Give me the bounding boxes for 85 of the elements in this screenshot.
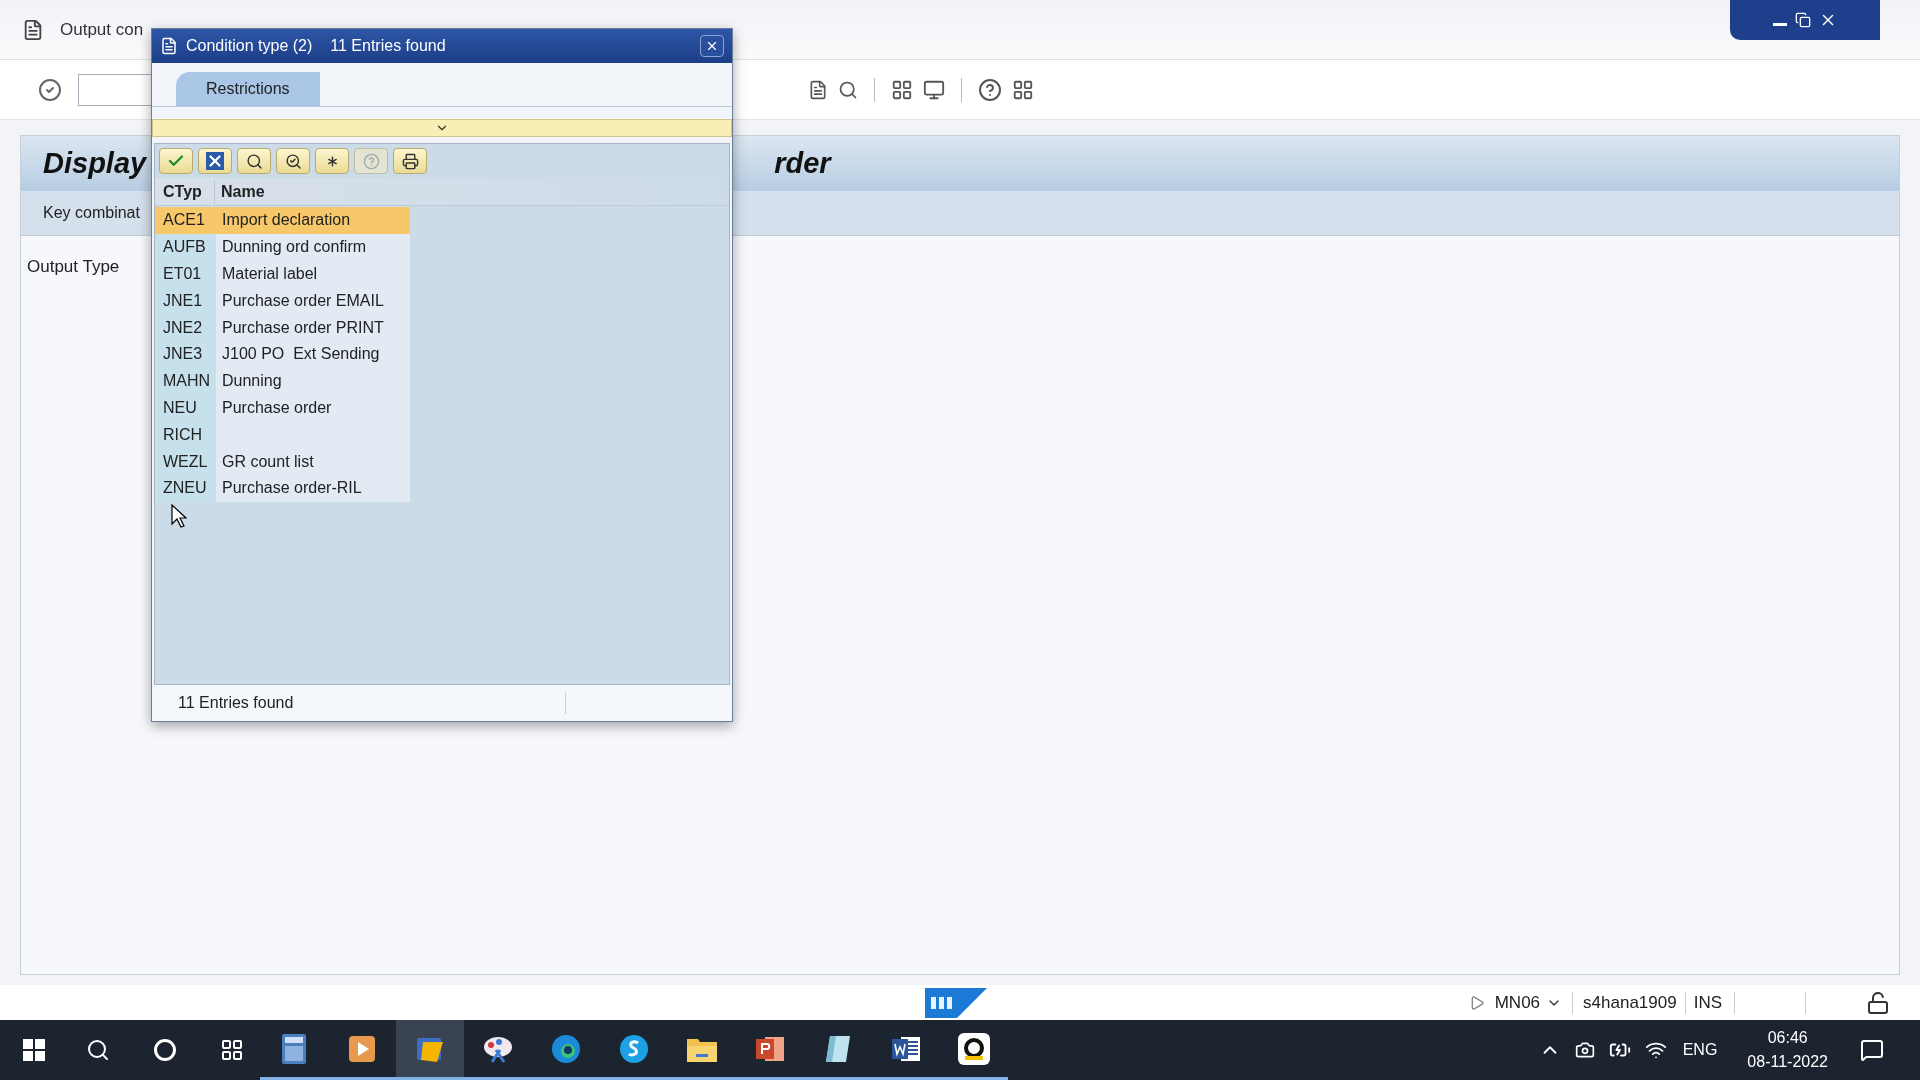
close-button[interactable] xyxy=(700,35,724,57)
table-cell: NEU xyxy=(155,394,216,422)
list-row[interactable]: JNE2 Purchase order PRINT xyxy=(155,314,410,341)
table-cell: GR count list xyxy=(216,448,410,475)
calculator-icon[interactable] xyxy=(280,1033,308,1064)
help-icon xyxy=(362,152,380,170)
table-cell: WEZL xyxy=(155,448,216,475)
restore-icon[interactable] xyxy=(1795,12,1811,28)
table-cell-text: ACE1 xyxy=(162,210,206,231)
list-row[interactable]: JNE3 J100 PO Ext Sending xyxy=(155,341,410,368)
table-cell: J100 PO Ext Sending xyxy=(216,341,410,368)
table-cell: Purchase order-RIL xyxy=(216,474,410,502)
close-icon xyxy=(206,152,224,170)
help-icon[interactable] xyxy=(978,77,1002,102)
app-tile-icon[interactable] xyxy=(957,1031,991,1066)
notifications-icon[interactable] xyxy=(1860,1038,1884,1062)
table-cell: ET01 xyxy=(155,260,216,288)
table-cell: RICH xyxy=(155,421,216,449)
confirm-button[interactable] xyxy=(159,148,193,174)
close-icon xyxy=(705,39,719,53)
field-label: Output Type xyxy=(27,257,120,276)
clock-time[interactable]: 06:46 xyxy=(1767,1026,1808,1050)
minimize-icon[interactable] xyxy=(1773,22,1787,26)
table-cell: Dunning xyxy=(216,367,410,395)
list-row[interactable]: NEU Purchase order xyxy=(155,394,410,422)
table-cell: JNE2 xyxy=(155,314,216,341)
list-row[interactable]: ZNEU Purchase order-RIL xyxy=(155,474,410,502)
mouse-cursor-icon xyxy=(171,503,187,528)
list-row[interactable]: MAHN Dunning xyxy=(155,367,410,395)
table-cell: JNE3 xyxy=(155,341,216,368)
page-title: Display xyxy=(43,145,147,181)
monitor-icon[interactable] xyxy=(923,78,945,101)
window-title: Output con xyxy=(60,18,144,41)
list-row[interactable]: ACE1 Import declaration xyxy=(155,207,410,234)
table-cell: AUFB xyxy=(155,233,216,261)
lock-icon[interactable] xyxy=(1866,990,1890,1015)
notepad-icon[interactable] xyxy=(824,1033,852,1064)
table-cell: Purchase order xyxy=(216,394,410,422)
search-icon xyxy=(245,152,263,170)
cancel-button[interactable] xyxy=(198,148,232,174)
table-cell: ZNEU xyxy=(155,474,216,502)
dialog-subtitle: 11 Entries found xyxy=(330,36,446,56)
tab[interactable]: Restrictions xyxy=(176,72,320,106)
search-icon xyxy=(284,152,302,170)
table-cell: Material label xyxy=(216,260,410,288)
dialog-icon xyxy=(160,37,178,55)
list-row[interactable]: AUFB Dunning ord confirm xyxy=(155,233,410,261)
dialog-title: Condition type (2) xyxy=(186,36,313,56)
clock-date[interactable]: 08-11-2022 xyxy=(1747,1050,1828,1074)
table-cell: JNE1 xyxy=(155,287,216,315)
system-name: s4hana1909 xyxy=(1583,991,1677,1014)
input-mode: INS xyxy=(1693,991,1722,1014)
layout-icon[interactable] xyxy=(891,78,913,101)
print-button[interactable] xyxy=(393,148,427,174)
media-player-icon[interactable] xyxy=(348,1034,376,1063)
chat-app-icon[interactable] xyxy=(619,1033,649,1064)
screen-icon xyxy=(22,18,44,41)
column-header[interactable]: Name xyxy=(215,179,265,204)
status-text: 11 Entries found xyxy=(178,693,294,713)
printer-icon xyxy=(401,152,419,170)
find-icon[interactable] xyxy=(838,79,858,100)
table-cell: Purchase order PRINT xyxy=(216,314,410,341)
list-row[interactable]: RICH xyxy=(155,421,410,449)
document-icon[interactable] xyxy=(808,79,828,100)
table-cell-text: Import declaration xyxy=(221,210,352,231)
select-button[interactable] xyxy=(315,148,349,174)
find-next-button[interactable] xyxy=(276,148,310,174)
find-button[interactable] xyxy=(237,148,271,174)
page-title: rder xyxy=(774,145,831,181)
list-row[interactable]: ET01 Material label xyxy=(155,260,410,288)
table-cell: Dunning ord confirm xyxy=(216,233,410,261)
browser-icon[interactable] xyxy=(551,1033,581,1064)
table-cell: Purchase order EMAIL xyxy=(216,287,410,315)
camera-icon[interactable] xyxy=(1574,1040,1595,1060)
list-row[interactable]: JNE1 Purchase order EMAIL xyxy=(155,287,410,315)
windows-start-icon[interactable] xyxy=(23,1039,45,1061)
search-icon[interactable] xyxy=(86,1038,110,1062)
task-view-icon[interactable] xyxy=(220,1038,244,1062)
enter-icon[interactable] xyxy=(38,77,62,102)
subheader-text: Key combinat xyxy=(43,203,140,223)
table-cell: MAHN xyxy=(155,367,216,395)
language-indicator[interactable]: ENG xyxy=(1682,1038,1718,1062)
list-row[interactable]: WEZL GR count list xyxy=(155,448,410,475)
transaction-code: MN06 xyxy=(1494,991,1541,1014)
column-header[interactable]: CTyp xyxy=(155,179,215,204)
